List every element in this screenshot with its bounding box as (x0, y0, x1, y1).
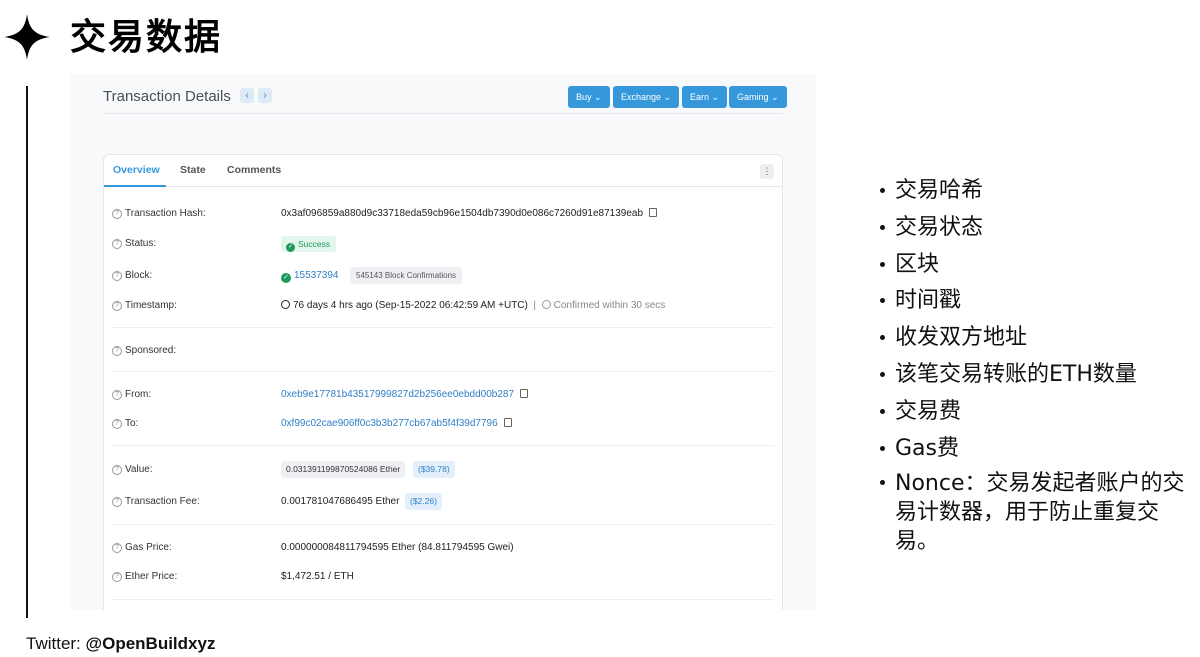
fee-amount: 0.001781047686495 Ether (281, 496, 400, 507)
help-icon: ? (112, 390, 122, 400)
tab-state[interactable]: State (180, 164, 206, 176)
field-label: Transaction Hash: (125, 208, 206, 219)
page-title: Transaction Details (103, 88, 231, 105)
gas-price-row: ? Gas Price: 0.000000084811794595 Ether … (112, 540, 772, 560)
ether-price-value: $1,472.51 / ETH (281, 571, 354, 582)
clock-icon (281, 300, 290, 309)
help-icon: ? (112, 419, 122, 429)
list-item: 收发双方地址 (878, 320, 1190, 357)
header-divider (103, 113, 783, 114)
list-item: 交易状态 (878, 210, 1190, 247)
tab-comments[interactable]: Comments (227, 164, 281, 176)
section-divider (112, 524, 774, 525)
field-label: Status: (125, 238, 157, 249)
page-header: Transaction Details ‹ › Buy ⌄ Exchange ⌄… (103, 86, 787, 116)
feature-bullet-list: 交易哈希 交易状态 区块 时间戳 收发双方地址 该笔交易转账的ETH数量 交易费… (878, 173, 1190, 556)
help-icon: ? (112, 543, 122, 553)
check-circle-icon: ✓ (281, 273, 291, 283)
help-icon: ? (112, 209, 122, 219)
to-address-link[interactable]: 0xf99c02cae906ff0c3b3b277cb67ab5f4f39d77… (281, 418, 498, 429)
status-row: ? Status: ✓ Success (112, 236, 772, 256)
help-icon: ? (112, 239, 122, 249)
help-icon: ? (112, 271, 122, 281)
divider-line (26, 86, 28, 618)
field-label: Transaction Fee: (125, 496, 200, 507)
fee-usd-badge: ($2.26) (405, 493, 442, 510)
field-label: Value: (125, 464, 153, 475)
list-item: 区块 (878, 247, 1190, 284)
list-item: Gas费 (878, 431, 1190, 468)
tab-overview[interactable]: Overview (113, 164, 160, 176)
copy-icon[interactable] (503, 418, 512, 427)
sparkle-icon (4, 14, 50, 60)
to-row: ? To: 0xf99c02cae906ff0c3b3b277cb67ab5f4… (112, 416, 772, 436)
field-label: Gas Price: (125, 542, 172, 553)
transaction-fee-row: ? Transaction Fee: 0.001781047686495 Eth… (112, 493, 772, 514)
field-label: From: (125, 389, 152, 400)
from-address: 0xeb9e17781b43517999827d2b256ee0ebdd00b2… (281, 389, 529, 400)
footer-credit: Twitter: @OpenBuildxyz (26, 634, 216, 653)
transaction-hash-row: ? Transaction Hash: 0x3af096859a880d9c33… (112, 206, 772, 226)
timestamp-row: ? Timestamp: 76 days 4 hrs ago (Sep-15-2… (112, 298, 772, 318)
list-item: 时间戳 (878, 283, 1190, 320)
earn-menu-button[interactable]: Earn ⌄ (682, 86, 728, 108)
next-arrow-icon[interactable]: › (258, 88, 272, 103)
field-label: To: (125, 418, 139, 429)
to-address: 0xf99c02cae906ff0c3b3b277cb67ab5f4f39d77… (281, 418, 512, 429)
value-amount: 0.031391199870524086 Ether (281, 461, 406, 478)
section-divider (112, 599, 774, 600)
check-circle-icon: ✓ (286, 243, 295, 252)
slide-title: 交易数据 (70, 17, 223, 58)
block-row: ? Block: ✓ 15537394 545143 Block Confirma… (112, 267, 772, 288)
sponsored-row: ? Sponsored: (112, 343, 772, 363)
copy-icon[interactable] (520, 389, 529, 398)
help-icon: ? (112, 465, 122, 475)
copy-icon[interactable] (649, 208, 658, 217)
help-icon: ? (112, 572, 122, 582)
value-row: ? Value: 0.031391199870524086 Ether ($39… (112, 461, 772, 482)
section-divider (112, 445, 774, 446)
list-item: 交易哈希 (878, 173, 1190, 210)
section-divider (112, 371, 774, 372)
field-label: Timestamp: (125, 300, 177, 311)
timer-icon (541, 300, 551, 309)
list-item: 该笔交易转账的ETH数量 (878, 357, 1190, 394)
transaction-hash-value: 0x3af096859a880d9c33718eda59cb96e1504db7… (281, 208, 658, 219)
gas-price-value: 0.000000084811794595 Ether (84.811794595… (281, 542, 514, 553)
ether-price-row: ? Ether Price: $1,472.51 / ETH (112, 569, 772, 589)
more-options-icon[interactable]: ⋮ (760, 164, 774, 179)
block-value: ✓ 15537394 (281, 270, 339, 283)
block-confirmations-badge: 545143 Block Confirmations (350, 267, 463, 284)
value-usd-badge: ($39.78) (413, 461, 455, 478)
status-badge: ✓ Success (281, 236, 337, 252)
list-item: Nonce：交易发起者账户的交易计数器，用于防止重复交易。 (878, 467, 1190, 556)
field-label: Block: (125, 270, 153, 281)
exchange-menu-button[interactable]: Exchange ⌄ (613, 86, 680, 108)
prev-arrow-icon[interactable]: ‹ (240, 88, 254, 103)
section-divider (112, 327, 774, 328)
tab-bar: Overview State Comments ⋮ (104, 155, 782, 187)
help-icon: ? (112, 497, 122, 507)
etherscan-screenshot: Transaction Details ‹ › Buy ⌄ Exchange ⌄… (70, 74, 816, 610)
buy-menu-button[interactable]: Buy ⌄ (568, 86, 610, 108)
field-label: Sponsored: (125, 345, 177, 356)
timestamp-value: 76 days 4 hrs ago (Sep-15-2022 06:42:59 … (281, 300, 665, 311)
block-link[interactable]: 15537394 (294, 270, 339, 281)
list-item: 交易费 (878, 394, 1190, 431)
active-tab-indicator (104, 185, 166, 187)
help-icon: ? (112, 346, 122, 356)
help-icon: ? (112, 301, 122, 311)
gaming-menu-button[interactable]: Gaming ⌄ (729, 86, 787, 108)
field-label: Ether Price: (125, 571, 178, 582)
from-row: ? From: 0xeb9e17781b43517999827d2b256ee0… (112, 387, 772, 407)
transaction-card: Overview State Comments ⋮ ? Transaction … (103, 154, 783, 610)
twitter-handle[interactable]: @OpenBuildxyz (86, 634, 216, 653)
from-address-link[interactable]: 0xeb9e17781b43517999827d2b256ee0ebdd00b2… (281, 389, 514, 400)
